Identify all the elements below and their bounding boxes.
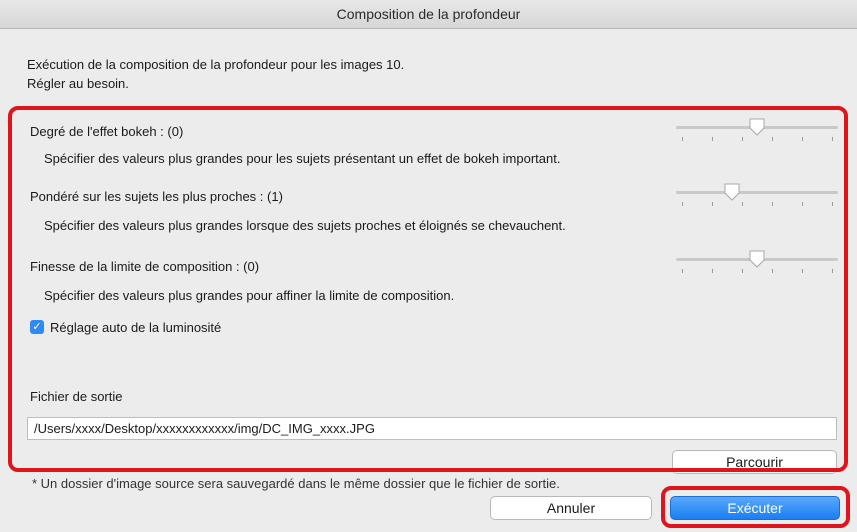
slider-tick — [772, 269, 773, 273]
slider-tick — [682, 269, 683, 273]
slider-tick — [742, 137, 743, 141]
bokeh-degree-label: Degré de l'effet bokeh : (0) — [30, 124, 184, 139]
slider-tick — [832, 137, 833, 141]
nearest-subjects-weight-hint: Spécifier des valeurs plus grandes lorsq… — [44, 218, 566, 233]
slider-tick — [742, 202, 743, 206]
slider-thumb[interactable] — [748, 249, 766, 269]
window-title: Composition de la profondeur — [0, 0, 857, 29]
output-note: * Un dossier d'image source sera sauvega… — [32, 476, 560, 491]
nearest-subjects-weight-slider[interactable] — [672, 182, 842, 206]
browse-button[interactable]: Parcourir — [672, 450, 837, 474]
slider-tick — [772, 137, 773, 141]
intro-line-2: Régler au besoin. — [27, 76, 129, 91]
output-file-label: Fichier de sortie — [30, 389, 123, 404]
auto-brightness-checkbox[interactable]: ✓ — [30, 320, 44, 334]
slider-tick — [772, 202, 773, 206]
slider-tick — [802, 137, 803, 141]
slider-tick — [832, 269, 833, 273]
slider-tick — [712, 137, 713, 141]
composition-boundary-fineness-hint: Spécifier des valeurs plus grandes pour … — [44, 288, 455, 303]
slider-tick — [682, 137, 683, 141]
slider-tick — [712, 269, 713, 273]
slider-track[interactable] — [676, 191, 838, 194]
slider-tick — [802, 269, 803, 273]
intro-line-1: Exécution de la composition de la profon… — [27, 57, 405, 72]
slider-tick — [802, 202, 803, 206]
slider-tick — [742, 269, 743, 273]
bokeh-degree-slider[interactable] — [672, 117, 842, 141]
slider-thumb[interactable] — [723, 182, 741, 202]
composition-boundary-fineness-label: Finesse de la limite de composition : (0… — [30, 259, 260, 274]
composition-boundary-fineness-slider[interactable] — [672, 249, 842, 273]
slider-thumb[interactable] — [748, 117, 766, 137]
nearest-subjects-weight-label: Pondéré sur les sujets les plus proches … — [30, 189, 283, 204]
slider-tick — [832, 202, 833, 206]
cancel-button[interactable]: Annuler — [490, 496, 652, 520]
execute-button[interactable]: Exécuter — [670, 496, 840, 520]
auto-brightness-label[interactable]: Réglage auto de la luminosité — [50, 320, 221, 335]
checkmark-icon: ✓ — [32, 321, 42, 333]
slider-tick — [682, 202, 683, 206]
slider-tick — [712, 202, 713, 206]
output-path-field[interactable]: /Users/xxxx/Desktop/xxxxxxxxxxxx/img/DC_… — [27, 417, 837, 440]
bokeh-degree-hint: Spécifier des valeurs plus grandes pour … — [44, 151, 561, 166]
